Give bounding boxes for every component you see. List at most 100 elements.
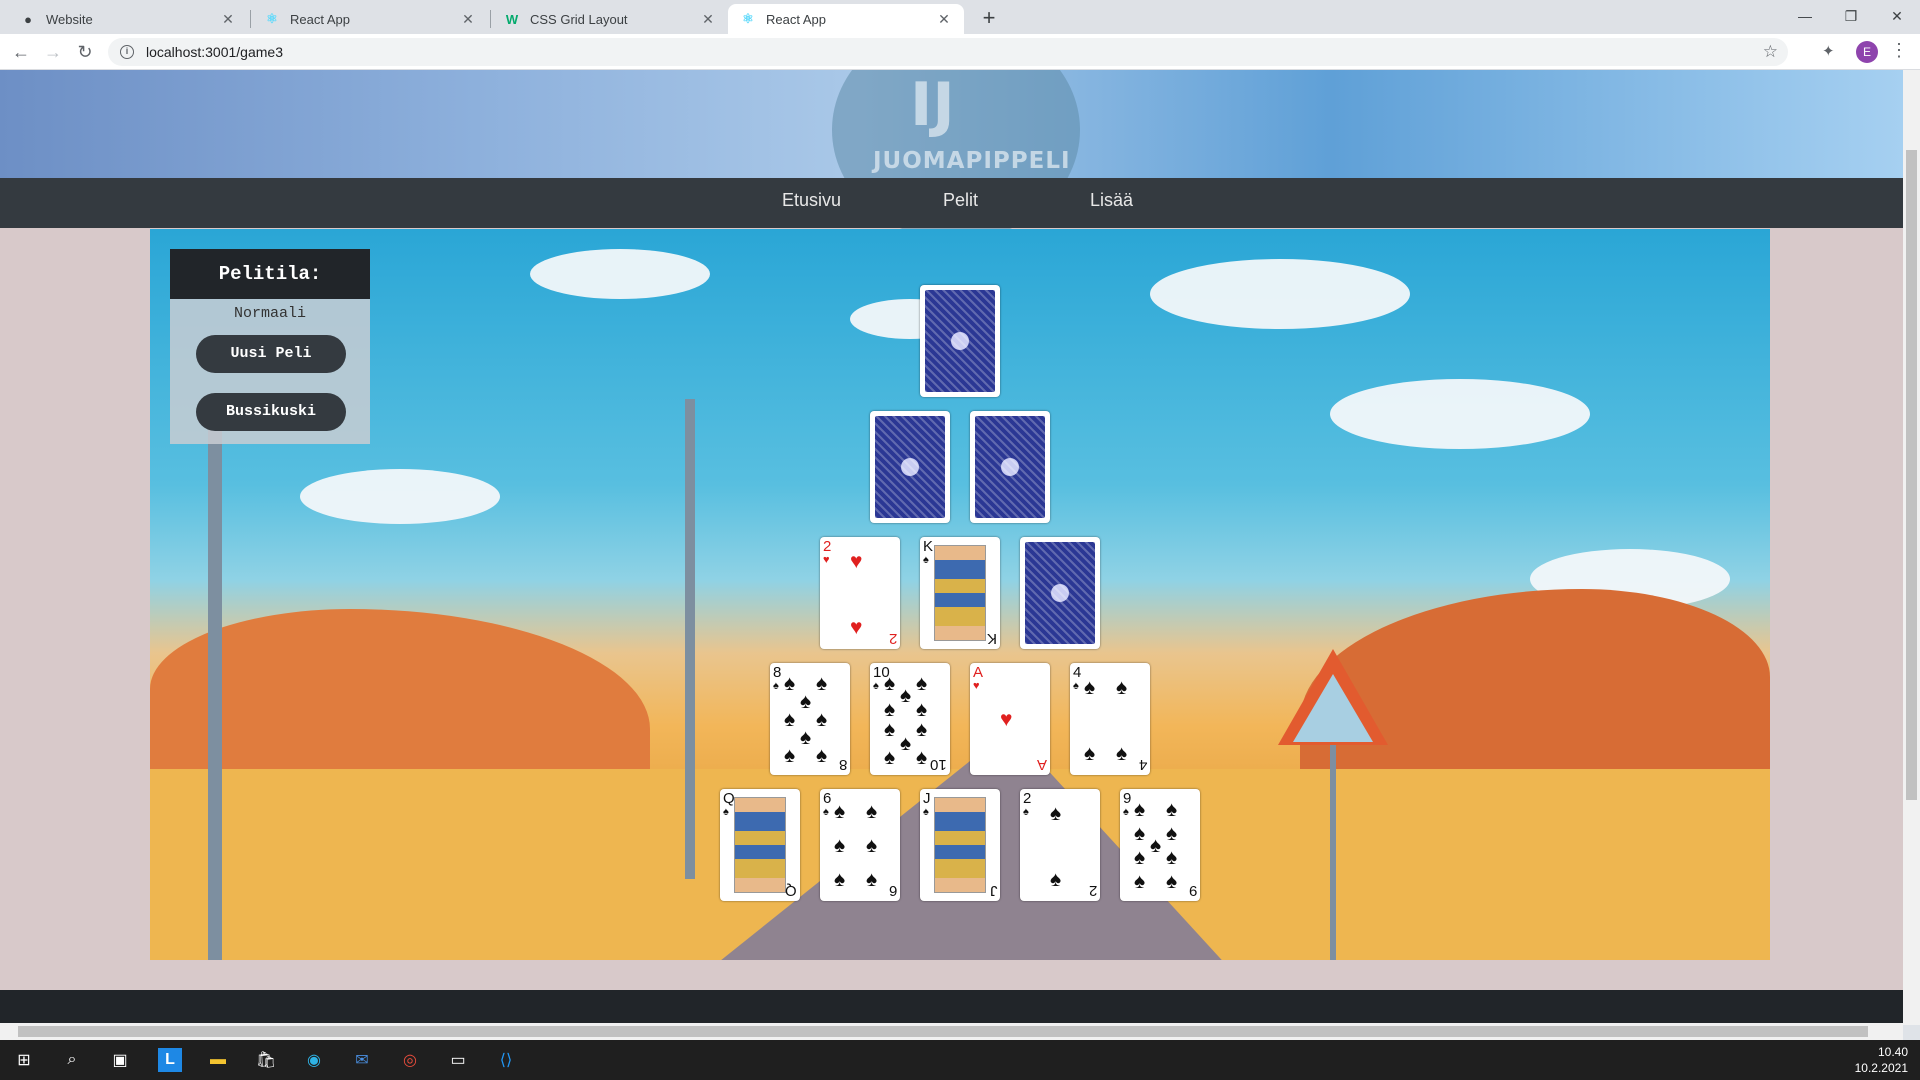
spade-icon: ♠ bbox=[916, 746, 928, 769]
tab-title: React App bbox=[290, 11, 350, 27]
close-icon[interactable]: ✕ bbox=[460, 11, 476, 27]
spade-icon: ♠ bbox=[866, 834, 878, 857]
heart-icon: ♥ bbox=[1000, 708, 1013, 731]
card-rank: 6 bbox=[823, 790, 832, 807]
tab-react-app-1[interactable]: ⚛ React App ✕ bbox=[252, 4, 488, 34]
sign-post bbox=[1330, 729, 1336, 960]
cloud bbox=[530, 249, 710, 299]
card-2-spades[interactable]: 2 ♠ ♠ ♠ 2 bbox=[1020, 789, 1100, 901]
nav-etusivu[interactable]: Etusivu bbox=[782, 190, 841, 211]
card-queen-spades[interactable]: Q ♠ Q bbox=[720, 789, 800, 901]
close-window-button[interactable]: ✕ bbox=[1874, 0, 1920, 32]
spade-icon: ♠ bbox=[823, 806, 829, 818]
bookmark-star-icon[interactable]: ☆ bbox=[1763, 42, 1778, 62]
chrome-icon[interactable]: ◎ bbox=[398, 1048, 422, 1072]
panel-title: Pelitila: bbox=[170, 249, 370, 299]
card-back[interactable] bbox=[920, 285, 1000, 397]
clock-time: 10.40 bbox=[1877, 1045, 1908, 1059]
card-rank: J bbox=[923, 790, 931, 807]
card-8-spades[interactable]: 8 ♠ ♠ ♠ ♠ ♠ ♠ ♠ ♠ ♠ 8 bbox=[770, 663, 850, 775]
card-rank-bottom: 10 bbox=[930, 756, 947, 773]
spade-icon: ♠ bbox=[923, 554, 929, 566]
minimize-button[interactable]: — bbox=[1782, 0, 1828, 32]
king-face-art bbox=[934, 545, 986, 641]
close-icon[interactable]: ✕ bbox=[700, 11, 716, 27]
new-tab-button[interactable]: + bbox=[976, 6, 1002, 32]
spade-icon: ♠ bbox=[834, 800, 846, 823]
cloud bbox=[1150, 259, 1410, 329]
spade-icon: ♠ bbox=[873, 680, 879, 692]
card-back[interactable] bbox=[870, 411, 950, 523]
logo-text: JUOMAPIPPELI bbox=[873, 148, 1071, 174]
spade-icon: ♠ bbox=[1023, 806, 1029, 818]
spade-icon: ♠ bbox=[1073, 680, 1079, 692]
spade-icon: ♠ bbox=[866, 800, 878, 823]
card-rank: Q bbox=[723, 790, 735, 807]
extensions-icon[interactable]: ✦ bbox=[1822, 42, 1835, 60]
tab-separator bbox=[490, 10, 491, 28]
terminal-icon[interactable]: ▭ bbox=[446, 1048, 470, 1072]
card-ace-hearts[interactable]: A ♥ ♥ A bbox=[970, 663, 1050, 775]
card-jack-spades[interactable]: J ♠ J bbox=[920, 789, 1000, 901]
react-icon: ⚛ bbox=[742, 11, 754, 26]
spade-icon: ♠ bbox=[1050, 802, 1062, 825]
profile-avatar[interactable]: E bbox=[1856, 41, 1878, 63]
back-icon[interactable]: ← bbox=[8, 39, 34, 65]
system-clock[interactable]: 10.40 10.2.2021 bbox=[1855, 1044, 1908, 1076]
logo-mark: IJ bbox=[910, 70, 955, 140]
app-l-icon[interactable]: L bbox=[158, 1048, 182, 1072]
utility-pole bbox=[685, 399, 695, 879]
nav-pelit[interactable]: Pelit bbox=[943, 190, 978, 211]
card-rank: K bbox=[923, 538, 934, 555]
task-view-icon[interactable]: ▣ bbox=[108, 1048, 132, 1072]
tab-react-app-active[interactable]: ⚛ React App ✕ bbox=[728, 4, 964, 34]
utility-pole bbox=[208, 429, 222, 960]
forward-icon[interactable]: → bbox=[40, 39, 66, 65]
edge-icon[interactable]: ◉ bbox=[302, 1048, 326, 1072]
vertical-scrollbar-thumb[interactable] bbox=[1906, 150, 1917, 800]
spade-icon: ♠ bbox=[800, 690, 812, 713]
game-mode-panel: Pelitila: Normaali Uusi Peli Bussikuski bbox=[170, 249, 370, 444]
card-6-spades[interactable]: 6 ♠ ♠ ♠ ♠ ♠ ♠ ♠ 6 bbox=[820, 789, 900, 901]
horizontal-scrollbar-thumb[interactable] bbox=[18, 1026, 1868, 1037]
close-icon[interactable]: ✕ bbox=[936, 11, 952, 27]
card-back[interactable] bbox=[970, 411, 1050, 523]
spade-icon: ♠ bbox=[900, 732, 912, 755]
heart-icon: ♥ bbox=[973, 680, 980, 692]
close-icon[interactable]: ✕ bbox=[220, 11, 236, 27]
windows-start-icon[interactable]: ⊞ bbox=[12, 1048, 36, 1072]
card-4-spades[interactable]: 4 ♠ ♠ ♠ ♠ ♠ 4 bbox=[1070, 663, 1150, 775]
browser-menu-icon[interactable]: ⋮ bbox=[1890, 40, 1908, 61]
vscode-icon[interactable]: ⟨⟩ bbox=[494, 1048, 518, 1072]
card-king-spades[interactable]: K ♠ K bbox=[920, 537, 1000, 649]
bus-driver-button[interactable]: Bussikuski bbox=[196, 393, 346, 431]
address-bar[interactable]: i localhost:3001/game3 ☆ bbox=[108, 38, 1788, 66]
spade-icon: ♠ bbox=[916, 672, 928, 695]
spade-icon: ♠ bbox=[816, 672, 828, 695]
spade-icon: ♠ bbox=[1123, 806, 1129, 818]
card-rank-bottom: 2 bbox=[1088, 882, 1097, 899]
card-2-hearts[interactable]: 2 ♥ ♥ ♥ 2 bbox=[820, 537, 900, 649]
info-icon[interactable]: i bbox=[120, 45, 134, 59]
game-area: Pelitila: Normaali Uusi Peli Bussikuski … bbox=[150, 229, 1770, 960]
search-icon[interactable]: ⌕ bbox=[60, 1048, 84, 1072]
cloud bbox=[1330, 379, 1590, 449]
tab-website[interactable]: ● Website ✕ bbox=[8, 4, 248, 34]
card-back-pattern bbox=[975, 416, 1045, 518]
new-game-button[interactable]: Uusi Peli bbox=[196, 335, 346, 373]
browser-toolbar: ← → ↻ i localhost:3001/game3 ☆ bbox=[0, 34, 1920, 70]
tab-separator bbox=[250, 10, 251, 28]
warning-sign-inner bbox=[1293, 674, 1373, 742]
nav-lisaa[interactable]: Lisää bbox=[1090, 190, 1133, 211]
card-9-spades[interactable]: 9 ♠ ♠ ♠ ♠ ♠ ♠ ♠ ♠ ♠ ♠ 9 bbox=[1120, 789, 1200, 901]
card-back[interactable] bbox=[1020, 537, 1100, 649]
spade-icon: ♠ bbox=[1084, 742, 1096, 765]
reload-icon[interactable]: ↻ bbox=[72, 39, 98, 65]
file-explorer-icon[interactable]: ▬ bbox=[206, 1048, 230, 1072]
maximize-button[interactable]: ❐ bbox=[1828, 0, 1874, 32]
tab-css-grid[interactable]: W CSS Grid Layout ✕ bbox=[492, 4, 728, 34]
mail-icon[interactable]: ✉ bbox=[350, 1048, 374, 1072]
card-10-spades[interactable]: 10 ♠ ♠ ♠ ♠ ♠ ♠ ♠ ♠ ♠ ♠ ♠ 10 bbox=[870, 663, 950, 775]
spade-icon: ♠ bbox=[800, 726, 812, 749]
store-icon[interactable]: 🛍 bbox=[254, 1048, 278, 1072]
